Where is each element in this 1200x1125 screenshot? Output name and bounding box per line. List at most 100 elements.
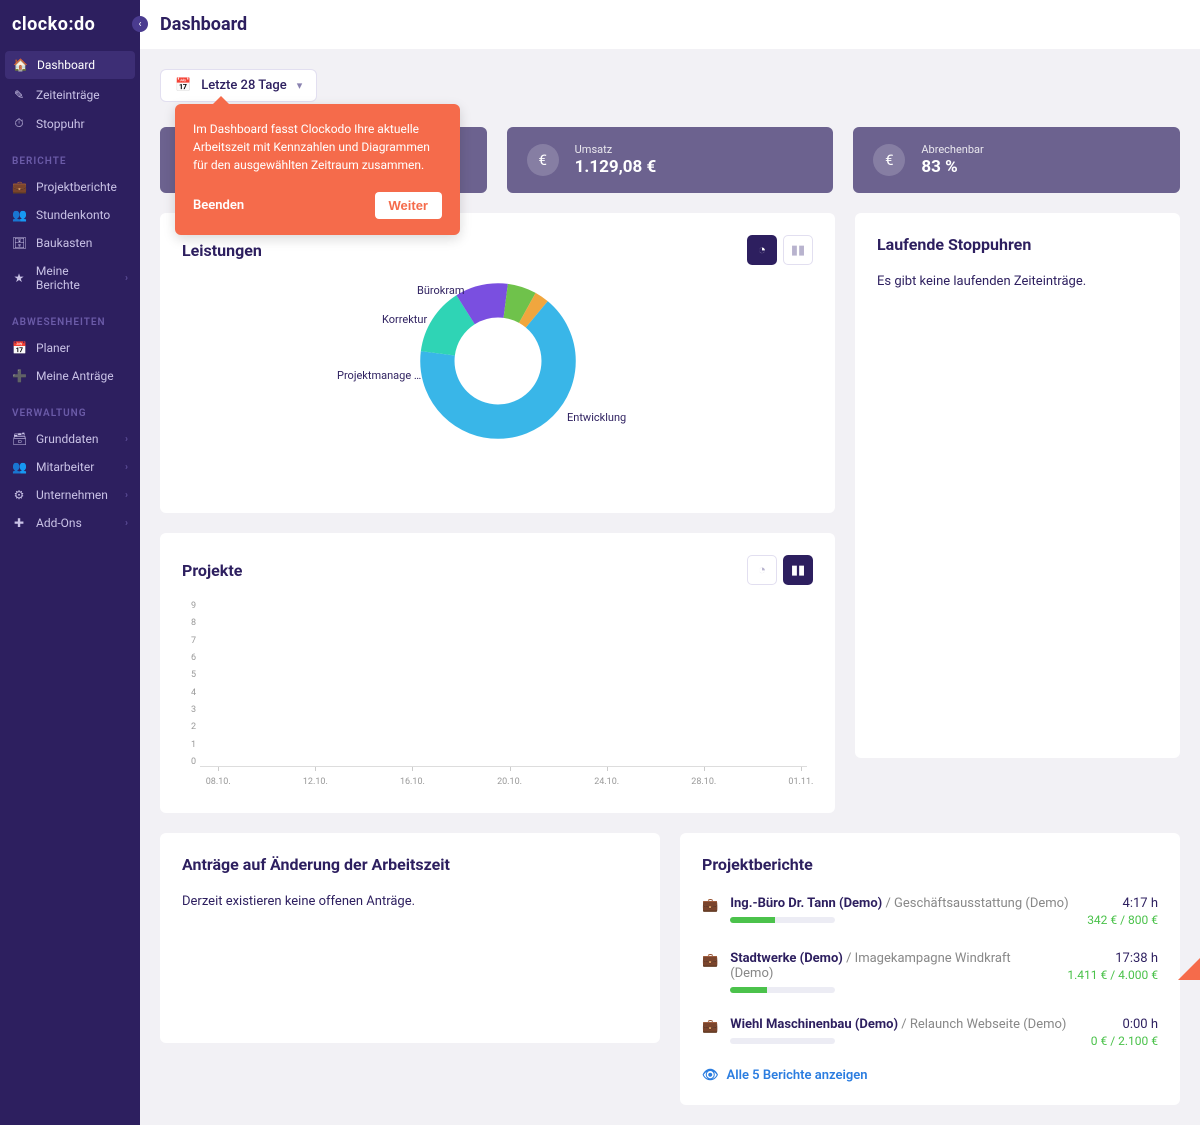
tooltip-end-button[interactable]: Beenden bbox=[193, 196, 244, 216]
briefcase-icon: 💼 bbox=[702, 1019, 718, 1034]
donut-slice-label: Entwicklung bbox=[567, 411, 626, 424]
nav-icon: 📅 bbox=[12, 341, 26, 355]
services-view-bar-button[interactable]: ▮▮ bbox=[783, 235, 813, 265]
report-money: 0 € / 2.100 € bbox=[1091, 1034, 1158, 1048]
tooltip-next-button[interactable]: Weiter bbox=[375, 192, 443, 219]
services-donut-chart: Entwicklung Projektmanage … Korrektur Bürok… bbox=[182, 281, 813, 491]
view-all-reports-link[interactable]: 👁 Alle 5 Berichte anzeigen bbox=[702, 1068, 1158, 1083]
sidebar-item-add-ons[interactable]: ✚Add-Ons› bbox=[0, 509, 140, 537]
report-name: Stadtwerke (Demo) / Imagekampagne Windkr… bbox=[730, 951, 1055, 981]
nav-icon: 👥 bbox=[12, 208, 26, 222]
projects-title: Projekte bbox=[182, 561, 242, 580]
projects-card: Projekte ◔ ▮▮ 9876543210 08.10.12.10.16.… bbox=[160, 533, 835, 813]
sidebar-item-stundenkonto[interactable]: 👥Stundenkonto bbox=[0, 201, 140, 229]
report-name: Wiehl Maschinenbau (Demo) / Relaunch Web… bbox=[730, 1017, 1079, 1032]
chevron-down-icon: ▾ bbox=[297, 79, 303, 92]
x-axis-label: 01.11. bbox=[788, 777, 813, 787]
x-axis-label: 28.10. bbox=[691, 777, 716, 787]
services-view-pie-button[interactable]: ◔ bbox=[747, 235, 777, 265]
kpi-icon: € bbox=[527, 144, 559, 176]
nav-icon: 💼 bbox=[12, 180, 26, 194]
sidebar-item-mitarbeiter[interactable]: 👥Mitarbeiter› bbox=[0, 453, 140, 481]
projects-bar-chart: 9876543210 08.10.12.10.16.10.20.10.24.10… bbox=[182, 601, 813, 791]
nav-icon: ★ bbox=[12, 271, 26, 285]
sidebar-item-meine-berichte[interactable]: ★Meine Berichte› bbox=[0, 257, 140, 299]
reports-card: Projektberichte 💼 Ing.-Büro Dr. Tann (De… bbox=[680, 833, 1180, 1105]
donut-slice-label: Bürokram bbox=[417, 284, 465, 297]
kpi-label: Abrechenbar bbox=[921, 143, 983, 156]
x-axis-label: 08.10. bbox=[206, 777, 231, 787]
requests-title: Anträge auf Änderung der Arbeitszeit bbox=[182, 855, 638, 874]
sidebar-item-planer[interactable]: 📅Planer bbox=[0, 334, 140, 362]
tooltip-text: Im Dashboard fasst Clockodo Ihre aktuell… bbox=[193, 120, 442, 174]
report-hours: 4:17 h bbox=[1087, 896, 1158, 911]
chevron-right-icon: › bbox=[125, 490, 128, 501]
sidebar-item-baukasten[interactable]: 🗄Baukasten bbox=[0, 229, 140, 257]
nav-icon: ✚ bbox=[12, 516, 26, 530]
report-row[interactable]: 💼 Stadtwerke (Demo) / Imagekampagne Wind… bbox=[702, 939, 1158, 1005]
main: Dashboard 📅 Letzte 28 Tage ▾ Im Dashboar… bbox=[140, 0, 1200, 1125]
chevron-right-icon: › bbox=[125, 434, 128, 445]
x-axis-label: 16.10. bbox=[400, 777, 425, 787]
chevron-right-icon: › bbox=[125, 518, 128, 529]
briefcase-icon: 💼 bbox=[702, 953, 718, 968]
x-axis-label: 20.10. bbox=[497, 777, 522, 787]
stopwatch-empty-text: Es gibt keine laufenden Zeiteinträge. bbox=[877, 274, 1158, 289]
requests-card: Anträge auf Änderung der Arbeitszeit Der… bbox=[160, 833, 660, 1043]
sidebar-item-stoppuhr[interactable]: ⏱Stoppuhr bbox=[0, 109, 140, 138]
sidebar-item-dashboard[interactable]: 🏠Dashboard bbox=[5, 51, 135, 79]
kpi-label: Umsatz bbox=[575, 143, 657, 156]
stopwatch-card: Laufende Stoppuhren Es gibt keine laufen… bbox=[855, 213, 1180, 758]
chevron-right-icon: › bbox=[125, 273, 128, 284]
eye-icon: 👁 bbox=[702, 1068, 719, 1083]
sidebar-item-zeiteinträge[interactable]: ✎Zeiteinträge bbox=[0, 81, 140, 109]
sidebar-item-meine-anträge[interactable]: ➕Meine Anträge bbox=[0, 362, 140, 390]
calendar-icon: 📅 bbox=[175, 78, 191, 93]
report-progress-bar bbox=[730, 987, 835, 993]
nav-icon: 🗃 bbox=[12, 432, 26, 446]
donut-slice-label: Korrektur bbox=[382, 313, 427, 326]
nav-section-header: ABWESENHEITEN bbox=[0, 299, 140, 334]
kpi-icon: € bbox=[873, 144, 905, 176]
sidebar-item-projektberichte[interactable]: 💼Projektberichte bbox=[0, 173, 140, 201]
page-title: Dashboard bbox=[140, 0, 1200, 49]
x-axis-label: 12.10. bbox=[303, 777, 328, 787]
x-axis-label: 24.10. bbox=[594, 777, 619, 787]
sidebar-item-grunddaten[interactable]: 🗃Grunddaten› bbox=[0, 425, 140, 453]
briefcase-icon: 💼 bbox=[702, 898, 718, 913]
donut-slice-label: Projektmanage … bbox=[337, 369, 421, 382]
report-hours: 17:38 h bbox=[1067, 951, 1158, 966]
report-progress-bar bbox=[730, 917, 835, 923]
date-range-label: Letzte 28 Tage bbox=[201, 78, 287, 93]
projects-view-pie-button[interactable]: ◔ bbox=[747, 555, 777, 585]
onboarding-tooltip: Im Dashboard fasst Clockodo Ihre aktuell… bbox=[175, 104, 460, 235]
kpi-value: 83 % bbox=[921, 157, 983, 177]
feedback-corner-button[interactable] bbox=[1178, 958, 1200, 980]
date-range-selector[interactable]: 📅 Letzte 28 Tage ▾ bbox=[160, 69, 317, 102]
report-progress-bar bbox=[730, 1038, 835, 1044]
nav-icon: ✎ bbox=[12, 88, 26, 102]
nav-icon: 🗄 bbox=[12, 236, 26, 250]
chevron-right-icon: › bbox=[125, 462, 128, 473]
services-card: Leistungen ◔ ▮▮ Entwicklung Projektmanage… bbox=[160, 213, 835, 513]
services-title: Leistungen bbox=[182, 241, 262, 260]
kpi-value: 1.129,08 € bbox=[575, 157, 657, 177]
projects-view-bar-button[interactable]: ▮▮ bbox=[783, 555, 813, 585]
sidebar: clocko:do ‹ 🏠Dashboard✎Zeiteinträge⏱Stop… bbox=[0, 0, 140, 1125]
nav-icon: ⏱ bbox=[12, 116, 26, 131]
kpi-umsatz: € Umsatz1.129,08 € bbox=[507, 127, 834, 193]
report-money: 342 € / 800 € bbox=[1087, 913, 1158, 927]
sidebar-item-unternehmen[interactable]: ⚙Unternehmen› bbox=[0, 481, 140, 509]
nav-icon: 👥 bbox=[12, 460, 26, 474]
report-row[interactable]: 💼 Wiehl Maschinenbau (Demo) / Relaunch W… bbox=[702, 1005, 1158, 1060]
reports-title: Projektberichte bbox=[702, 855, 1158, 874]
requests-empty-text: Derzeit existieren keine offenen Anträge… bbox=[182, 894, 638, 909]
nav-icon: ➕ bbox=[12, 369, 26, 383]
sidebar-collapse-button[interactable]: ‹ bbox=[132, 16, 148, 32]
report-row[interactable]: 💼 Ing.-Büro Dr. Tann (Demo) / Geschäftsa… bbox=[702, 884, 1158, 939]
kpi-abrechenbar: € Abrechenbar83 % bbox=[853, 127, 1180, 193]
nav-icon: ⚙ bbox=[12, 488, 26, 502]
nav-section-header: BERICHTE bbox=[0, 138, 140, 173]
stopwatch-title: Laufende Stoppuhren bbox=[877, 235, 1158, 254]
report-name: Ing.-Büro Dr. Tann (Demo) / Geschäftsaus… bbox=[730, 896, 1075, 911]
